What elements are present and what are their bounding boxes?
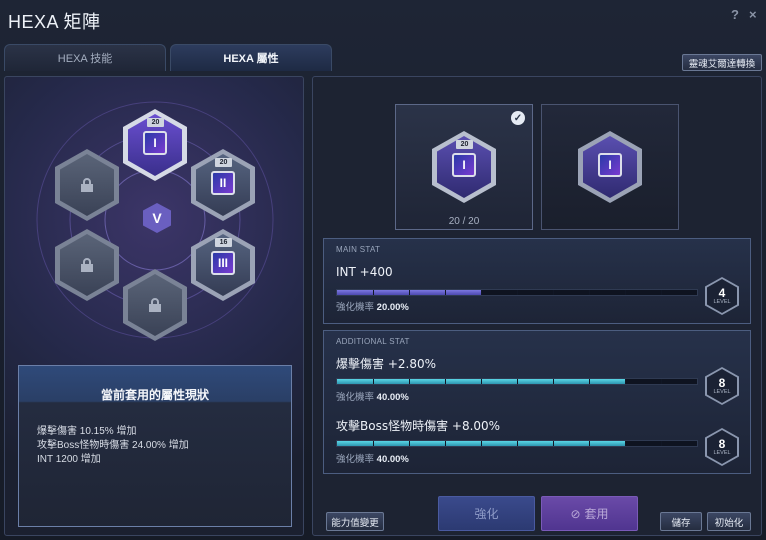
bar-segment-divider (553, 379, 554, 384)
bar-segment-divider (625, 379, 626, 384)
additional-stat-box: ADDITIONAL STAT 爆擊傷害 +2.80% 強化機率 40.00% … (323, 330, 751, 474)
hexa-matrix-window: HEXA 矩陣 ? × HEXA 技能 HEXA 屬性 靈魂艾爾達轉換 20 I… (0, 0, 766, 540)
bar-segment-divider (517, 441, 518, 446)
stat-change-button[interactable]: 能力值變更 (326, 512, 384, 531)
bar-segment-divider (481, 290, 482, 295)
status-line: 攻擊Boss怪物時傷害 24.00% 增加 (37, 440, 189, 451)
bar-segment-divider (409, 379, 410, 384)
lock-icon (81, 178, 93, 192)
help-icon[interactable]: ? (731, 7, 739, 22)
check-circle-icon: ⊘ (570, 506, 581, 521)
status-line: 爆擊傷害 10.15% 增加 (37, 426, 137, 437)
close-icon[interactable]: × (749, 7, 757, 22)
additional-stat-rate: 強化機率 40.00% (336, 454, 409, 465)
bar-segment-divider (481, 441, 482, 446)
bar-segment-divider (553, 441, 554, 446)
core-1-icon: I (143, 131, 167, 155)
core-level-badge: 20 (147, 118, 164, 127)
main-stat-name: INT +400 (336, 265, 393, 279)
core-preview: I (578, 131, 642, 203)
apply-button[interactable]: ⊘ 套用 (541, 496, 638, 531)
bar-segment-divider (625, 290, 626, 295)
core-1-icon: I (452, 153, 476, 177)
bar-segment-divider (661, 290, 662, 295)
core-preview: 20 I (432, 131, 496, 203)
window-title: HEXA 矩陣 (8, 12, 101, 32)
sol-erda-convert-button[interactable]: 靈魂艾爾達轉換 (682, 54, 762, 71)
status-line: INT 1200 增加 (37, 454, 101, 465)
tab-hexa-stat[interactable]: HEXA 屬性 (170, 44, 332, 71)
bar-segment-divider (373, 379, 374, 384)
bar-segment-divider (589, 379, 590, 384)
current-stat-status: 當前套用的屬性現狀 爆擊傷害 10.15% 增加 攻擊Boss怪物時傷害 24.… (18, 365, 292, 527)
lock-icon (149, 298, 161, 312)
main-stat-level-badge: 4 LEVEL (705, 277, 739, 315)
bar-segment-divider (445, 290, 446, 295)
additional-stat-progress-bar (336, 378, 698, 385)
bar-segment-divider (661, 441, 662, 446)
additional-stat-header: ADDITIONAL STAT (336, 337, 410, 346)
tab-hexa-skill[interactable]: HEXA 技能 (4, 44, 166, 71)
bar-segment-divider (409, 441, 410, 446)
bar-segment-divider (481, 379, 482, 384)
bar-segment-divider (517, 379, 518, 384)
bar-segment-divider (553, 290, 554, 295)
stat-slot-preset[interactable]: I (541, 104, 679, 230)
status-title: 當前套用的屬性現狀 (100, 388, 209, 402)
main-stat-header: MAIN STAT (336, 245, 381, 254)
additional-stat-progress-bar (336, 440, 698, 447)
slot-count: 20 / 20 (448, 216, 480, 227)
additional-stat-name: 攻擊Boss怪物時傷害 +8.00% (336, 419, 501, 433)
hexa-board-panel: 20 I 20 II 16 III V 當前套用的屬性現狀 爆擊傷害 10.15… (4, 76, 304, 536)
bar-segment-divider (589, 290, 590, 295)
core-level-badge: 20 (456, 140, 473, 149)
reset-button[interactable]: 初始化 (707, 512, 751, 531)
check-icon: ✓ (511, 111, 525, 125)
lock-icon (81, 258, 93, 272)
enhance-button[interactable]: 強化 (438, 496, 535, 531)
core-level-badge: 20 (215, 158, 232, 167)
main-stat-rate: 強化機率 20.00% (336, 302, 409, 313)
bar-segment-divider (409, 290, 410, 295)
bar-segment-divider (445, 379, 446, 384)
bar-segment-divider (661, 379, 662, 384)
additional-stat-rate: 強化機率 40.00% (336, 392, 409, 403)
main-stat-box: MAIN STAT INT +400 強化機率 20.00% 4 LEVEL (323, 238, 751, 324)
save-button[interactable]: 儲存 (660, 512, 702, 531)
core-level-badge: 16 (215, 238, 232, 247)
bar-segment-divider (625, 441, 626, 446)
additional-stat-level-badge: 8 LEVEL (705, 428, 739, 466)
bar-segment-divider (373, 441, 374, 446)
bar-segment-divider (373, 290, 374, 295)
additional-stat-name: 爆擊傷害 +2.80% (336, 357, 436, 371)
main-stat-progress-bar (336, 289, 698, 296)
bar-segment-divider (589, 441, 590, 446)
core-2-icon: II (211, 171, 235, 195)
core-3-icon: III (211, 251, 235, 275)
core-preset-icon: I (598, 153, 622, 177)
additional-stat-level-badge: 8 LEVEL (705, 367, 739, 405)
bar-segment-divider (445, 441, 446, 446)
bar-segment-divider (517, 290, 518, 295)
